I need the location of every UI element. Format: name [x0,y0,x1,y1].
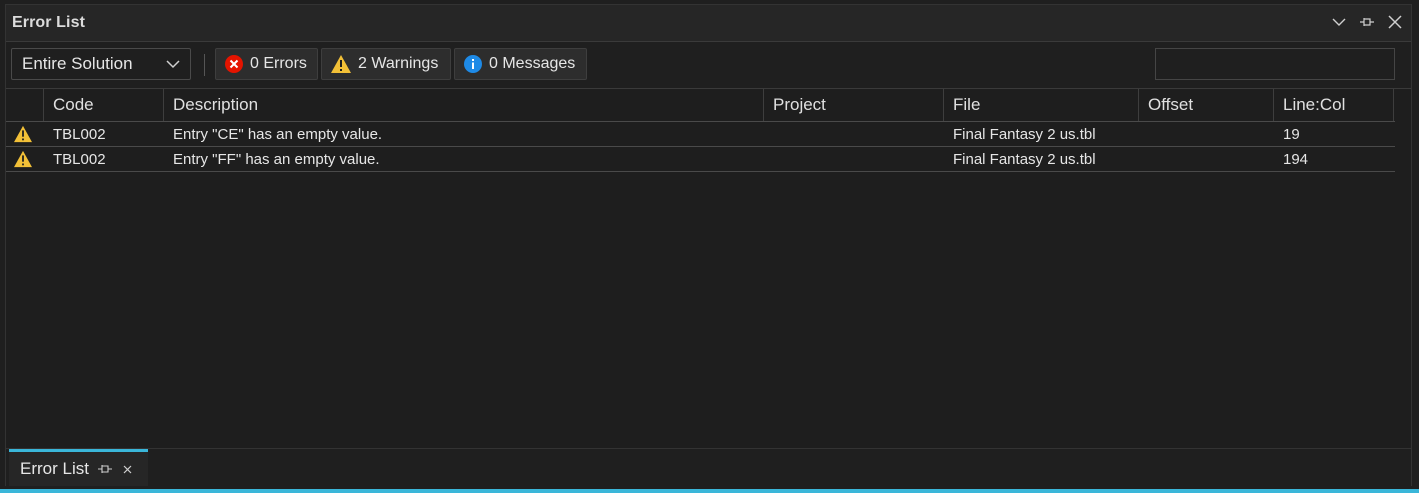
chevron-down-icon [166,60,180,69]
pin-button[interactable] [1357,11,1377,33]
vertical-scrollbar[interactable] [1396,89,1411,447]
project-cell [764,147,944,171]
column-header-project[interactable]: Project [764,89,944,121]
title-bar: Error List [6,5,1411,42]
warning-icon [331,55,351,73]
toolbar-separator [204,54,205,76]
code-cell: TBL002 [53,125,106,143]
close-icon[interactable] [123,465,132,474]
warning-icon [14,150,32,168]
severity-column-header[interactable] [6,89,44,121]
line-col-cell: 194 [1283,150,1309,168]
severity-cell [6,122,44,146]
search-input[interactable] [1155,48,1395,80]
file-cell: Final Fantasy 2 us.tbl [953,125,1096,143]
window-options-button[interactable] [1329,11,1349,33]
grid-header: Code Description Project File Offset Lin… [6,89,1395,122]
file-cell: Final Fantasy 2 us.tbl [953,150,1096,168]
tab-error-list[interactable]: Error List [9,449,148,486]
toolbar: Entire Solution 0 Errors 2 Warnings 0 Me… [6,42,1411,89]
description-cell: Entry "CE" has an empty value. [173,125,383,143]
window-title: Error List [12,14,86,31]
offset-cell [1139,147,1274,171]
column-header-file[interactable]: File [944,89,1139,121]
warnings-filter-button[interactable]: 2 Warnings [321,48,451,80]
column-header-offset[interactable]: Offset [1139,89,1274,121]
errors-filter-button[interactable]: 0 Errors [215,48,318,80]
title-controls [1329,11,1405,33]
chevron-down-icon [1332,18,1346,26]
offset-cell [1139,122,1274,146]
pin-icon [1360,18,1374,26]
table-row[interactable]: TBL002 Entry "CE" has an empty value. Fi… [6,122,1395,147]
messages-count-label: 0 Messages [489,55,576,72]
status-bar [0,489,1419,493]
error-icon [225,55,243,73]
tab-label: Error List [20,459,89,478]
description-cell: Entry "FF" has an empty value. [173,150,380,168]
bottom-tab-strip: Error List [6,448,1411,486]
warnings-count-label: 2 Warnings [358,55,439,72]
severity-cell [6,147,44,171]
close-icon [1388,15,1402,29]
column-header-line-col[interactable]: Line:Col [1274,89,1394,121]
code-cell: TBL002 [53,150,106,168]
table-row[interactable]: TBL002 Entry "FF" has an empty value. Fi… [6,147,1395,172]
errors-count-label: 0 Errors [250,55,307,72]
column-header-description[interactable]: Description [164,89,764,121]
info-icon [464,55,482,73]
close-button[interactable] [1385,11,1405,33]
scope-value: Entire Solution [22,54,133,73]
error-list-window: Error List Entire Solution 0 Errors 2 Wa… [5,4,1412,486]
pin-icon[interactable] [97,463,113,475]
column-header-code[interactable]: Code [44,89,164,121]
project-cell [764,122,944,146]
messages-filter-button[interactable]: 0 Messages [454,48,587,80]
warning-icon [14,125,32,143]
scope-dropdown[interactable]: Entire Solution [11,48,191,80]
error-grid: Code Description Project File Offset Lin… [6,89,1411,447]
line-col-cell: 19 [1283,125,1300,143]
